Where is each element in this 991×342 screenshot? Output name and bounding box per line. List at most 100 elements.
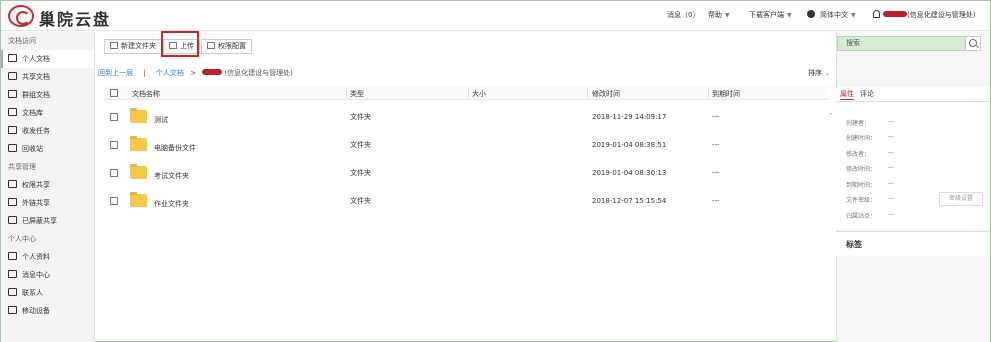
logo-icon [8,5,34,27]
breadcrumb-back-link[interactable]: 回到上一层 [98,69,133,77]
sidebar-item-profile[interactable]: 个人资料 [1,248,94,266]
sidebar-item-label: 回收站 [22,145,43,153]
breadcrumb-arrow: > [190,69,196,77]
file-expires: --- [712,196,720,205]
scroll-up-arrow-icon[interactable]: ⌃ [828,112,834,120]
user-icon [8,54,17,62]
help-label: 帮助 [708,11,722,19]
sidebar-item-label: 已屏蔽共享 [22,217,57,225]
prop-value-modified-time: --- [888,164,895,171]
sidebar-item-permission-share[interactable]: 权限共享 [1,176,94,194]
library-icon [8,108,17,116]
security-level-button[interactable]: 密级设置 [939,192,983,206]
breadcrumb-root-link[interactable]: 个人文档 [156,69,184,77]
sidebar-item-label: 文档库 [22,109,43,117]
file-name[interactable]: 测试 [154,106,168,133]
header-expires[interactable]: 到期时间 [712,89,740,99]
row-checkbox[interactable] [110,187,118,214]
sidebar-item-tasks[interactable]: 收发任务 [1,122,94,140]
prop-value-site: --- [888,211,895,218]
sidebar-item-label: 联系人 [22,289,43,297]
sidebar-item-shared-docs[interactable]: 共享文档 [1,68,94,86]
language-label: 简体中文 [820,11,848,19]
sidebar-item-label: 群组文档 [22,91,50,99]
sidebar-item-doc-library[interactable]: 文档库 [1,104,94,122]
redacted-name [883,11,907,17]
sidebar-item-label: 个人文档 [22,55,50,63]
select-all-checkbox[interactable] [110,89,118,99]
sidebar-item-external-links[interactable]: 外链共享 [1,194,94,212]
sort-label: 排序 [808,69,822,77]
prop-value-modifier: --- [888,149,895,156]
permission-config-label: 权限配置 [218,42,246,50]
new-folder-button[interactable]: 新建文件夹 [104,39,162,54]
row-checkbox[interactable] [110,103,118,130]
sidebar-item-message-center[interactable]: 消息中心 [1,266,94,284]
column-divider [346,88,347,98]
row-checkbox[interactable] [110,159,118,186]
sort-dropdown[interactable]: 排序 ⌄ [808,68,830,78]
sidebar-section-doc-access: 文档访问 [8,37,36,45]
message-icon [8,270,17,278]
sidebar-item-personal-docs[interactable]: 个人文档 [1,50,94,68]
folder-icon [130,159,147,186]
table-row[interactable]: 测试 文件夹 2018-11-29 14:09:17 --- [104,103,828,131]
sidebar-item-recycle-bin[interactable]: 回收站 [1,140,94,158]
breadcrumb-current: (信息化建设与管理处) [224,69,293,77]
sidebar-item-label: 外链共享 [22,199,50,207]
file-name[interactable]: 电脑备份文件 [154,134,196,161]
header-size[interactable]: 大小 [472,89,486,99]
messages-link[interactable]: 消息（0） [667,10,699,20]
sidebar-item-label: 消息中心 [22,271,50,279]
share-icon [207,42,215,49]
table-row[interactable]: 作业文件夹 文件夹 2018-12-07 15:15:54 --- [104,187,828,215]
search-icon[interactable] [965,36,981,51]
file-name[interactable]: 考试文件夹 [154,162,189,189]
prop-value-creator: --- [888,118,895,125]
header-modified[interactable]: 修改时间 [592,89,620,99]
file-type: 文件夹 [350,112,371,121]
file-table: 文档名称 类型 大小 修改时间 到期时间 测试 文件夹 2018-11-29 1… [104,86,828,215]
language-menu[interactable]: 简体中文 ▼ [807,10,856,20]
tags-section: 标签 [836,231,990,256]
header-name[interactable]: 文档名称 [132,89,160,99]
permission-config-button[interactable]: 权限配置 [201,39,252,54]
link-icon [8,198,17,206]
sidebar-item-blocked-shares[interactable]: 已屏蔽共享 [1,212,94,230]
search-input[interactable]: 搜索 [837,36,981,51]
user-menu[interactable]: (信息化建设与管理处) [873,10,975,20]
prop-label-created-time: 创建时间： [846,135,877,142]
file-modified: 2018-11-29 14:09:17 [592,112,667,121]
header-type[interactable]: 类型 [350,89,364,99]
globe-icon [807,10,815,18]
breadcrumb: 回到上一层 | 个人文档 > (信息化建设与管理处) [98,68,293,78]
sidebar-item-contacts[interactable]: 联系人 [1,284,94,302]
profile-icon [8,252,17,260]
prop-value-security-level: --- [888,195,895,202]
table-row[interactable]: 电脑备份文件 文件夹 2019-01-04 08:38:51 --- [104,131,828,159]
sidebar-item-group-docs[interactable]: 群组文档 [1,86,94,104]
sidebar-item-label: 个人资料 [22,253,50,261]
prop-value-expire-time: --- [888,180,895,187]
user-icon [873,10,880,18]
prop-label-expire-time: 到期时间： [846,182,877,189]
checkbox-icon [110,89,118,97]
row-checkbox[interactable] [110,131,118,158]
file-name[interactable]: 作业文件夹 [154,190,189,217]
file-expires: --- [712,168,720,177]
folder-icon [130,103,147,130]
share-icon [8,180,17,188]
checkbox-icon [110,112,118,121]
help-menu[interactable]: 帮助 ▼ [708,10,730,20]
property-tabs: 属性 评论 [836,87,990,102]
tab-comments[interactable]: 评论 [860,89,874,99]
download-client-menu[interactable]: 下载客户端 ▼ [749,10,792,20]
table-header: 文档名称 类型 大小 修改时间 到期时间 [104,86,828,100]
file-modified: 2018-12-07 15:15:54 [592,196,667,205]
sidebar-item-mobile-devices[interactable]: 移动设备 [1,302,94,320]
tab-properties[interactable]: 属性 [840,89,854,100]
folder-icon [130,187,147,214]
table-row[interactable]: 考试文件夹 文件夹 2019-01-04 08:30:13 --- [104,159,828,187]
column-divider [708,88,709,98]
task-icon [8,126,17,134]
